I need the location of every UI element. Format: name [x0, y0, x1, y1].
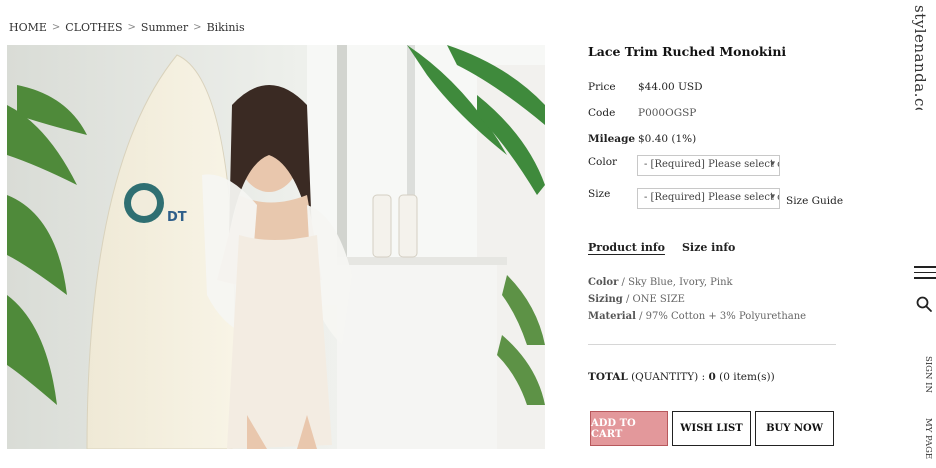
svg-text:DT: DT [167, 210, 187, 225]
breadcrumb-separator: > [51, 22, 61, 33]
hamburger-icon[interactable] [914, 266, 936, 282]
detail-material-value: / 97% Cotton + 3% Polyurethane [635, 311, 807, 322]
total-amount: 0 [708, 371, 716, 383]
color-select[interactable]: - [Required] Please select opt ▾ [637, 155, 780, 176]
price-label: Price [588, 81, 616, 93]
breadcrumb: HOME > CLOTHES > Summer > Bikinis [9, 21, 245, 34]
detail-material-key: Material [588, 311, 636, 322]
detail-color: Color / Sky Blue, Ivory, Pink [588, 277, 733, 288]
info-tabs: Product info Size info [588, 241, 735, 254]
breadcrumb-clothes[interactable]: CLOTHES [65, 21, 122, 34]
breadcrumb-bikinis[interactable]: Bikinis [207, 21, 245, 34]
breadcrumb-home[interactable]: HOME [9, 21, 47, 34]
detail-color-key: Color [588, 277, 619, 288]
chevron-down-icon: ▾ [770, 159, 775, 169]
product-title: Lace Trim Ruched Monokini [588, 44, 787, 59]
wish-list-button[interactable]: WISH LIST [672, 411, 751, 446]
brand-logo[interactable]: stylenanda.com [907, 5, 936, 110]
detail-sizing-value: / ONE SIZE [622, 294, 685, 305]
breadcrumb-separator: > [193, 22, 202, 33]
brand-name: stylenanda.com [911, 5, 929, 110]
product-photo-illustration: DT [7, 45, 545, 449]
search-icon[interactable] [915, 295, 933, 313]
product-photo[interactable]: DT [7, 45, 545, 449]
sign-in-link[interactable]: SIGN IN [915, 356, 933, 393]
price-value: $44.00 USD [638, 81, 703, 93]
total-label: TOTAL [588, 371, 628, 383]
breadcrumb-summer[interactable]: Summer [141, 21, 188, 34]
size-select-value: - [Required] Please select opt [644, 192, 780, 203]
detail-sizing-key: Sizing [588, 294, 623, 305]
total-items: (0 item(s)) [715, 371, 775, 383]
divider [588, 344, 836, 345]
code-label: Code [588, 107, 616, 119]
mileage-label: Mileage [588, 133, 636, 145]
total-qty-label: (QUANTITY) : [627, 371, 709, 383]
color-select-value: - [Required] Please select opt [644, 159, 780, 170]
detail-color-value: / Sky Blue, Ivory, Pink [618, 277, 733, 288]
breadcrumb-separator: > [127, 22, 136, 33]
tab-size-info[interactable]: Size info [682, 241, 735, 254]
total-summary: TOTAL (QUANTITY) : 0 (0 item(s)) [588, 371, 775, 383]
size-select[interactable]: - [Required] Please select opt ▾ [637, 188, 780, 209]
tab-product-info[interactable]: Product info [588, 241, 665, 254]
size-guide-link[interactable]: Size Guide [786, 195, 843, 207]
color-label: Color [588, 156, 618, 168]
size-label: Size [588, 188, 611, 200]
detail-material: Material / 97% Cotton + 3% Polyurethane [588, 311, 806, 322]
code-value: P000OGSP [638, 107, 697, 119]
detail-sizing: Sizing / ONE SIZE [588, 294, 685, 305]
mileage-value: $0.40 (1%) [638, 133, 697, 145]
add-to-cart-button[interactable]: ADD TO CART [590, 411, 668, 446]
buy-now-button[interactable]: BUY NOW [755, 411, 834, 446]
my-page-link[interactable]: MY PAGE [915, 418, 933, 459]
chevron-down-icon: ▾ [770, 192, 775, 202]
